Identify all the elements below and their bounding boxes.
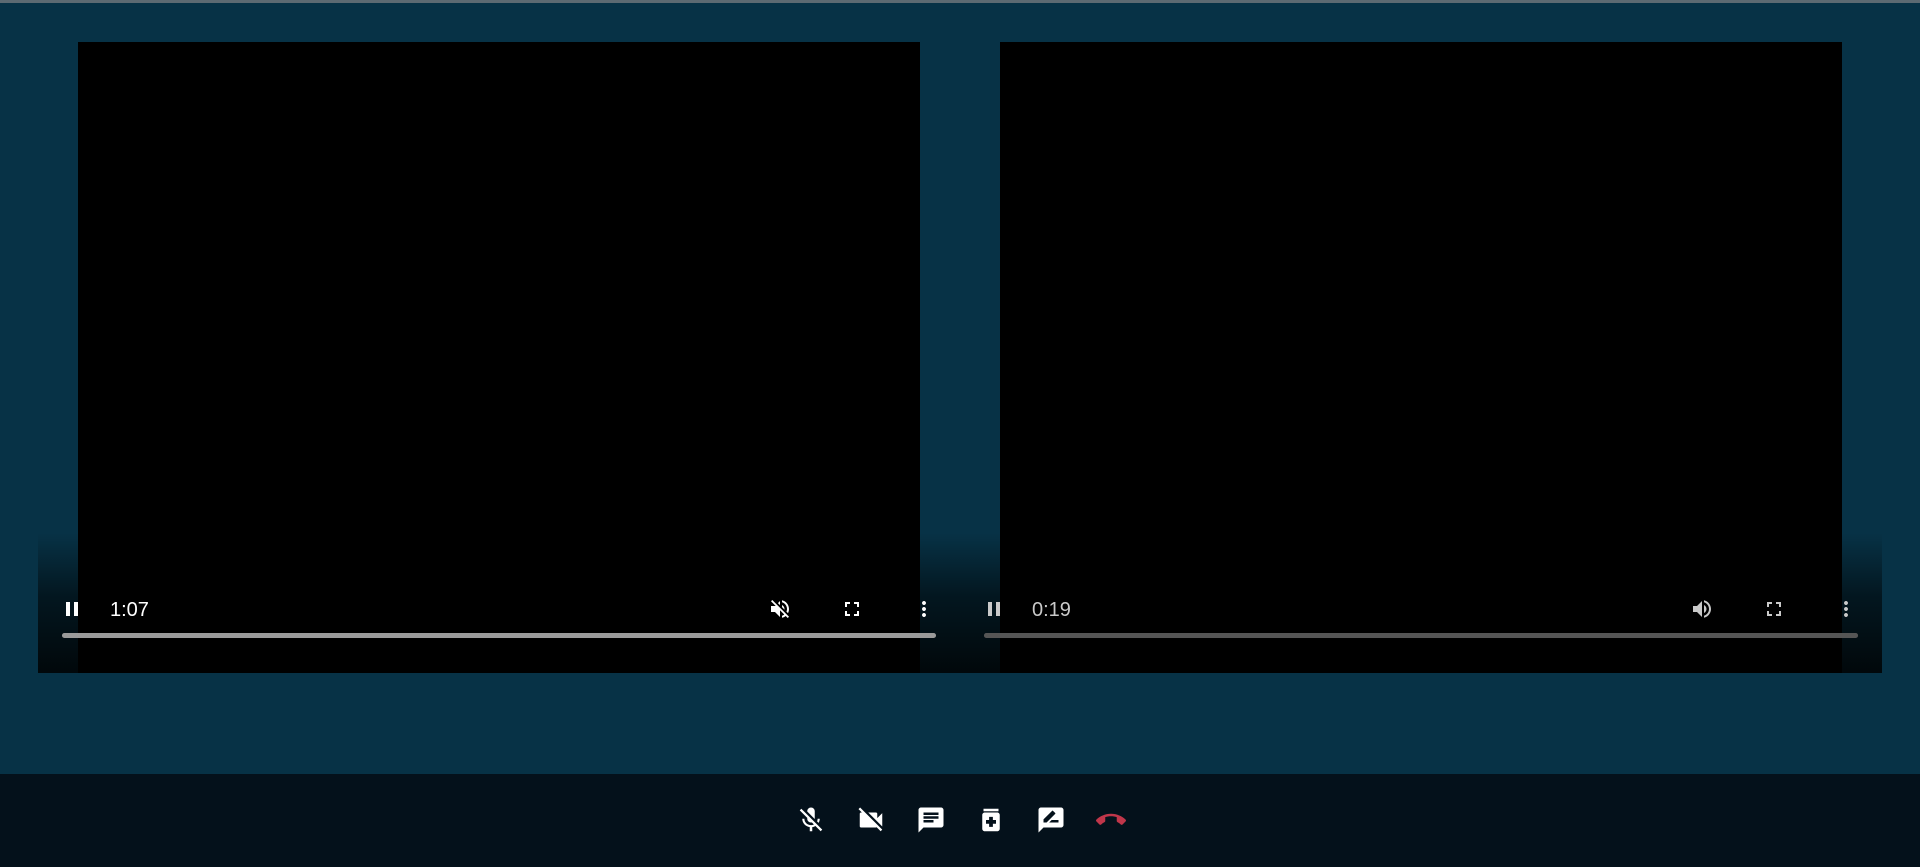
- pause-button[interactable]: [976, 591, 1012, 627]
- video-stage: 1:07 0:19: [0, 3, 1920, 774]
- pause-icon: [988, 602, 1000, 616]
- fullscreen-button[interactable]: [834, 591, 870, 627]
- call-toolbar: [0, 774, 1920, 867]
- end-call-button[interactable]: [1089, 798, 1133, 842]
- medical-bottle-icon: [982, 808, 1000, 832]
- fullscreen-icon: [845, 602, 859, 616]
- progress-fill: [984, 633, 1858, 638]
- progress-track[interactable]: [984, 633, 1858, 638]
- call-end-icon: [1096, 813, 1126, 825]
- volume-off-icon: [771, 600, 789, 618]
- local-video-player[interactable]: 1:07: [38, 42, 960, 673]
- mic-off-icon: [799, 807, 823, 832]
- more-options-button[interactable]: [1828, 591, 1864, 627]
- remote-video-player[interactable]: 0:19: [960, 42, 1882, 673]
- volume-up-icon: [1693, 600, 1711, 618]
- toggle-microphone-button[interactable]: [789, 798, 833, 842]
- progress-fill: [62, 633, 936, 638]
- progress-track[interactable]: [62, 633, 936, 638]
- current-time: 1:07: [110, 599, 149, 621]
- rate-review-icon: [1038, 807, 1064, 833]
- pause-icon: [66, 602, 78, 616]
- pause-button[interactable]: [54, 591, 90, 627]
- fullscreen-button[interactable]: [1756, 591, 1792, 627]
- more-options-button[interactable]: [906, 591, 942, 627]
- chat-icon: [918, 807, 944, 833]
- more-vert-icon: [922, 601, 926, 617]
- video-controls: 1:07: [38, 533, 960, 673]
- toolbar-buttons: [789, 798, 1133, 842]
- notes-button[interactable]: [1029, 798, 1073, 842]
- current-time: 0:19: [1032, 599, 1071, 621]
- more-vert-icon: [1844, 601, 1848, 617]
- videocam-off-icon: [858, 807, 883, 832]
- chat-button[interactable]: [909, 798, 953, 842]
- prescription-button[interactable]: [969, 798, 1013, 842]
- toggle-camera-button[interactable]: [849, 798, 893, 842]
- fullscreen-icon: [1767, 602, 1781, 616]
- video-controls: 0:19: [960, 533, 1882, 673]
- volume-button[interactable]: [1684, 591, 1720, 627]
- mute-button[interactable]: [762, 591, 798, 627]
